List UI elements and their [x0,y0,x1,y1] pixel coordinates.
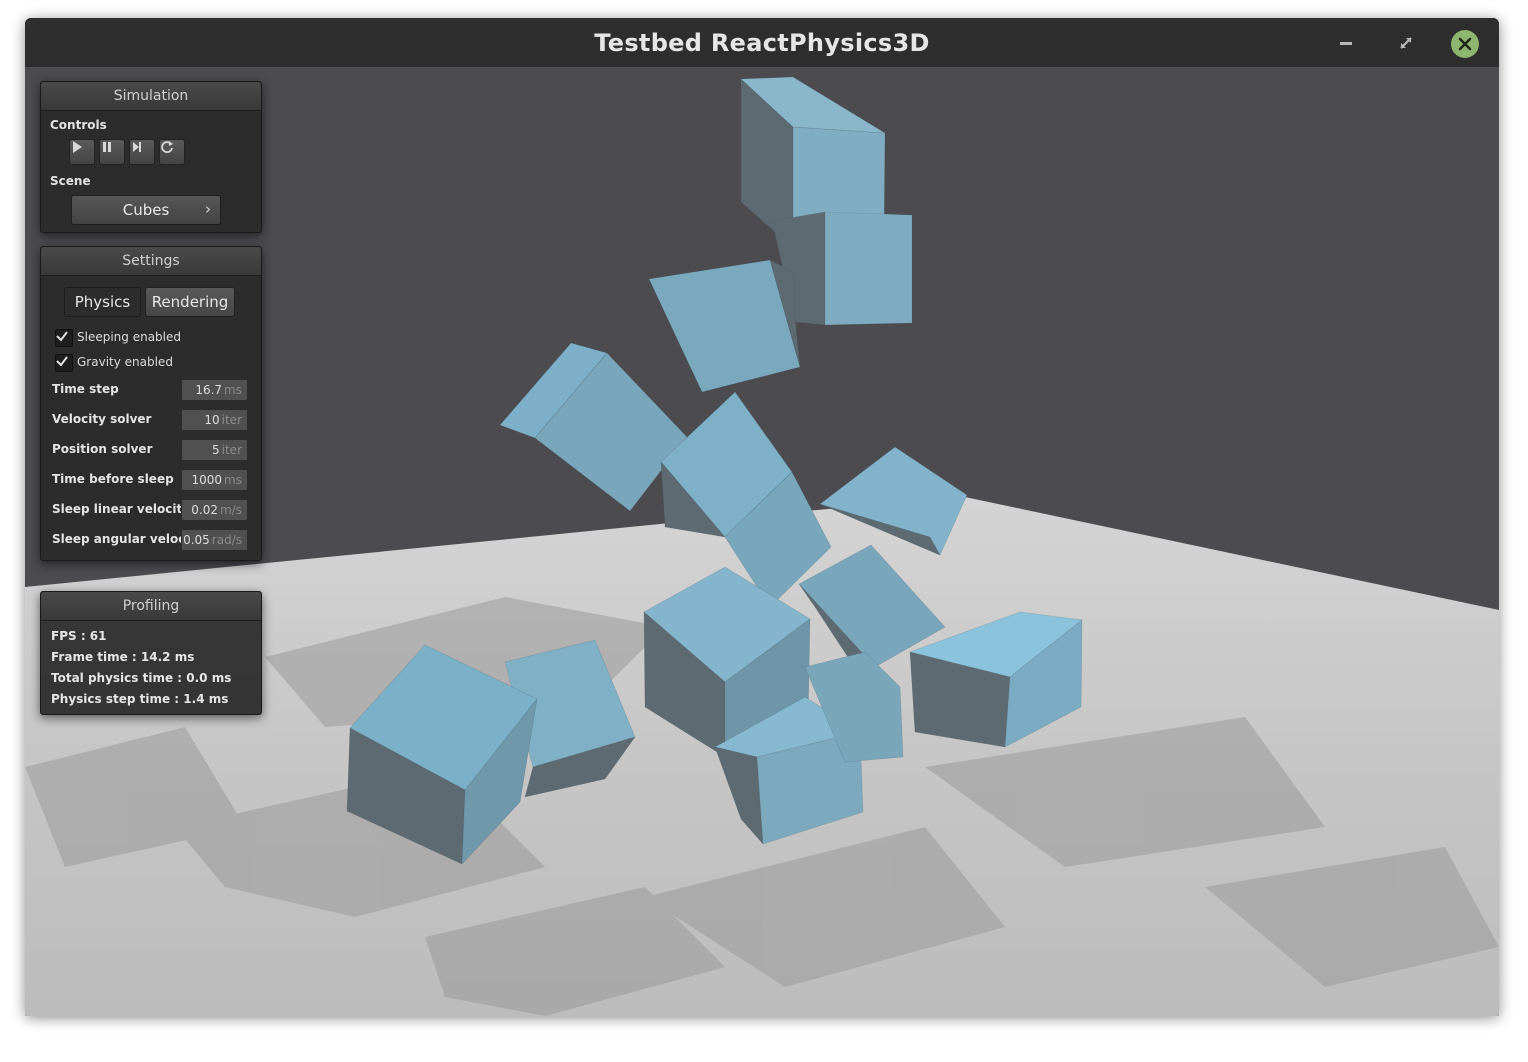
app-window: Testbed ReactPhysics3D Simulation Contro… [25,18,1499,1016]
sleeping-enabled-label: Sleeping enabled [77,330,181,344]
scene-selector-button[interactable]: Cubes › [71,195,221,225]
velocity-solver-row: Velocity solver 10 iter [52,409,248,431]
time-before-sleep-field[interactable]: 1000 ms [181,469,248,491]
time-step-label: Time step [52,382,119,396]
scene-label: Scene [50,174,91,188]
sleeping-enabled-checkbox[interactable] [55,329,73,347]
position-solver-row: Position solver 5 iter [52,439,248,461]
velocity-solver-label: Velocity solver [52,412,152,426]
tab-rendering[interactable]: Rendering [145,287,235,317]
sleep-linear-velocity-row: Sleep linear velocity 0.02 m/s [52,499,248,521]
sleep-linear-velocity-label: Sleep linear velocity [52,502,191,516]
settings-panel-title[interactable]: Settings [41,247,261,276]
window-title: Testbed ReactPhysics3D [594,29,930,57]
gravity-enabled-checkbox[interactable] [55,354,73,372]
3d-viewport[interactable]: Simulation Controls Scene Cubes › Settin… [25,67,1499,1016]
sleep-angular-velocity-row: Sleep angular velocity 0.05 rad/s [52,529,248,551]
simulation-panel: Simulation Controls Scene Cubes › [40,81,262,233]
total-physics-time-readout: Total physics time : 0.0 ms [51,671,232,685]
time-step-row: Time step 16.7 ms [52,379,248,401]
physics-step-time-readout: Physics step time : 1.4 ms [51,692,229,706]
controls-label: Controls [50,118,107,132]
play-icon[interactable] [69,139,95,165]
position-solver-field[interactable]: 5 iter [181,439,248,461]
chevron-right-icon: › [205,200,211,218]
time-before-sleep-row: Time before sleep 1000 ms [52,469,248,491]
minimize-icon[interactable] [1333,30,1359,56]
frame-time-readout: Frame time : 14.2 ms [51,650,195,664]
title-bar[interactable]: Testbed ReactPhysics3D [25,18,1499,67]
restart-icon[interactable] [159,139,185,165]
close-icon[interactable] [1451,30,1479,58]
scene-selector-value: Cubes [122,201,170,219]
velocity-solver-field[interactable]: 10 iter [181,409,248,431]
tab-physics[interactable]: Physics [64,287,141,317]
time-before-sleep-label: Time before sleep [52,472,174,486]
time-step-field[interactable]: 16.7 ms [181,379,248,401]
sleep-angular-velocity-field[interactable]: 0.05 rad/s [181,529,248,551]
pause-icon[interactable] [99,139,125,165]
fps-readout: FPS : 61 [51,629,107,643]
profiling-panel: Profiling FPS : 61 Frame time : 14.2 ms … [40,591,262,715]
gravity-enabled-label: Gravity enabled [77,355,173,369]
sleep-linear-velocity-field[interactable]: 0.02 m/s [181,499,248,521]
maximize-icon[interactable] [1393,30,1419,56]
settings-panel: Settings Physics Rendering Sleeping enab… [40,246,262,561]
position-solver-label: Position solver [52,442,153,456]
profiling-panel-title[interactable]: Profiling [41,592,261,621]
simulation-panel-title[interactable]: Simulation [41,82,261,111]
step-icon[interactable] [129,139,155,165]
